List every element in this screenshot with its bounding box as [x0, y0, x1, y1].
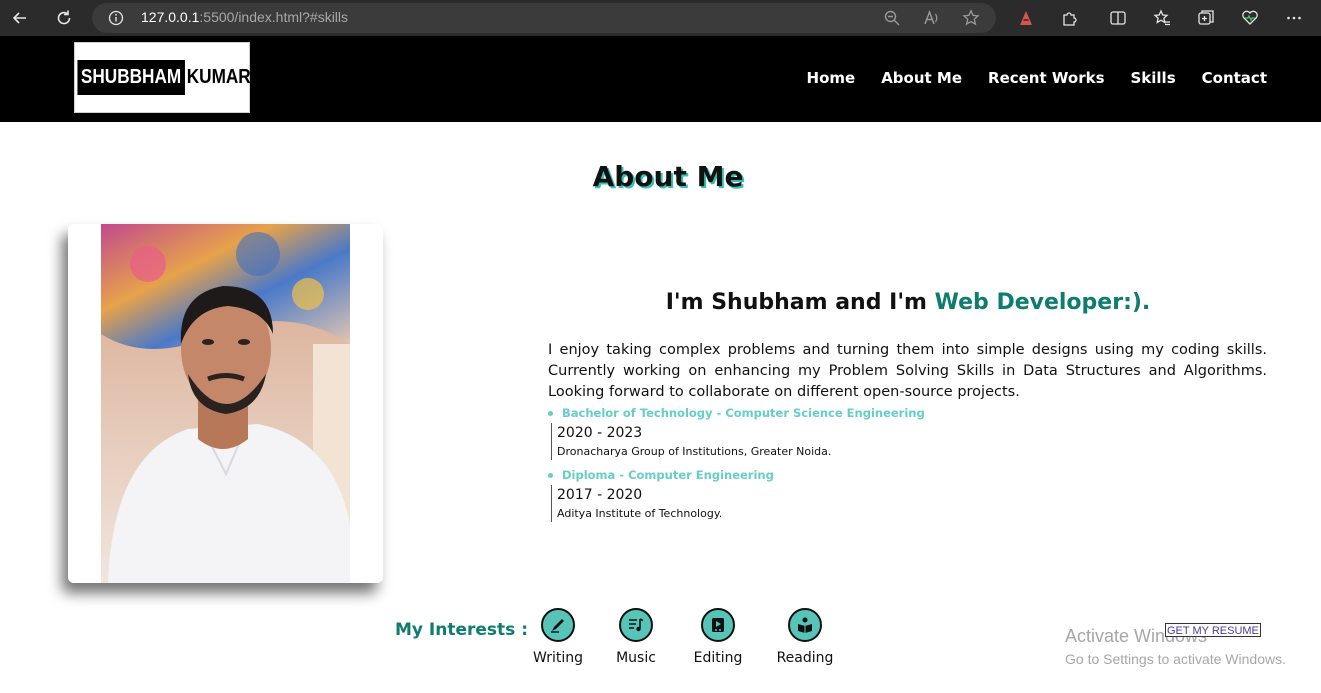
collections-icon[interactable] — [1194, 6, 1218, 30]
back-icon[interactable] — [8, 6, 32, 30]
intro-heading: I'm Shubham and I'm Web Developer:). — [548, 290, 1268, 315]
favorite-star-icon[interactable] — [962, 9, 980, 27]
education-institution: Dronacharya Group of Institutions, Great… — [557, 445, 832, 458]
browser-essentials-icon[interactable] — [1238, 6, 1262, 30]
education-item: Bachelor of Technology - Computer Scienc… — [548, 406, 1268, 460]
zoom-out-icon[interactable] — [883, 9, 901, 27]
get-resume-button[interactable]: GET MY RESUME — [1165, 623, 1261, 637]
intro-prefix: I'm Shubham and I'm — [665, 290, 935, 315]
bullet-icon — [548, 410, 553, 416]
logo-text-last: KUMAR — [186, 66, 251, 88]
reading-icon — [788, 608, 822, 642]
nav-contact[interactable]: Contact — [1202, 69, 1267, 87]
interest-label: Editing — [693, 650, 743, 666]
read-aloud-icon[interactable] — [923, 9, 941, 27]
interest-editing: Editing — [673, 608, 763, 666]
browser-toolbar: 127.0.0.1:5500/index.html?#skills — [0, 0, 1321, 36]
bullet-icon — [548, 472, 553, 478]
music-icon — [619, 608, 653, 642]
interests-label: My Interests : — [395, 620, 528, 640]
interest-music: Music — [591, 608, 681, 666]
education-years: 2020 - 2023 — [557, 425, 643, 441]
section-title: About Me — [592, 160, 744, 193]
extensions-puzzle-icon[interactable] — [1058, 6, 1082, 30]
interest-label: Writing — [533, 650, 583, 666]
writing-icon — [541, 608, 575, 642]
nav-skills[interactable]: Skills — [1131, 69, 1176, 87]
profile-photo — [68, 224, 383, 583]
education-years: 2017 - 2020 — [557, 487, 643, 503]
education-degree: Bachelor of Technology - Computer Scienc… — [548, 406, 1268, 420]
interest-label: Music — [616, 650, 656, 666]
main-nav: Home About Me Recent Works Skills Contac… — [781, 69, 1267, 87]
refresh-icon[interactable] — [52, 6, 76, 30]
interest-writing: Writing — [513, 608, 603, 666]
more-menu-icon[interactable] — [1282, 6, 1306, 30]
intro-role: Web Developer:). — [934, 290, 1151, 315]
nav-home[interactable]: Home — [807, 69, 856, 87]
interest-reading: Reading — [760, 608, 850, 666]
site-info-icon[interactable] — [108, 10, 124, 26]
education-degree: Diploma - Computer Engineering — [548, 468, 1268, 482]
education-item: Diploma - Computer Engineering 2017 - 20… — [548, 468, 1268, 522]
interest-label: Reading — [776, 650, 834, 666]
logo-text-first: SHUBBHAM — [77, 60, 186, 95]
site-logo[interactable]: SHUBBHAM KUMAR — [74, 42, 251, 113]
education-institution: Aditya Institute of Technology. — [557, 507, 723, 520]
address-bar[interactable]: 127.0.0.1:5500/index.html?#skills — [92, 3, 996, 33]
nav-about-me[interactable]: About Me — [881, 69, 962, 87]
intro-paragraph: I enjoy taking complex problems and turn… — [548, 342, 1267, 400]
editing-icon — [701, 608, 735, 642]
site-header: SHUBBHAM KUMAR Home About Me Recent Work… — [0, 36, 1321, 122]
nav-recent-works[interactable]: Recent Works — [988, 69, 1104, 87]
favorites-icon[interactable] — [1150, 6, 1174, 30]
extension-a-icon[interactable] — [1014, 6, 1038, 30]
split-screen-icon[interactable] — [1106, 6, 1130, 30]
watermark-subtitle: Go to Settings to activate Windows. — [1065, 651, 1286, 667]
url-text[interactable]: 127.0.0.1:5500/index.html?#skills — [141, 9, 348, 25]
